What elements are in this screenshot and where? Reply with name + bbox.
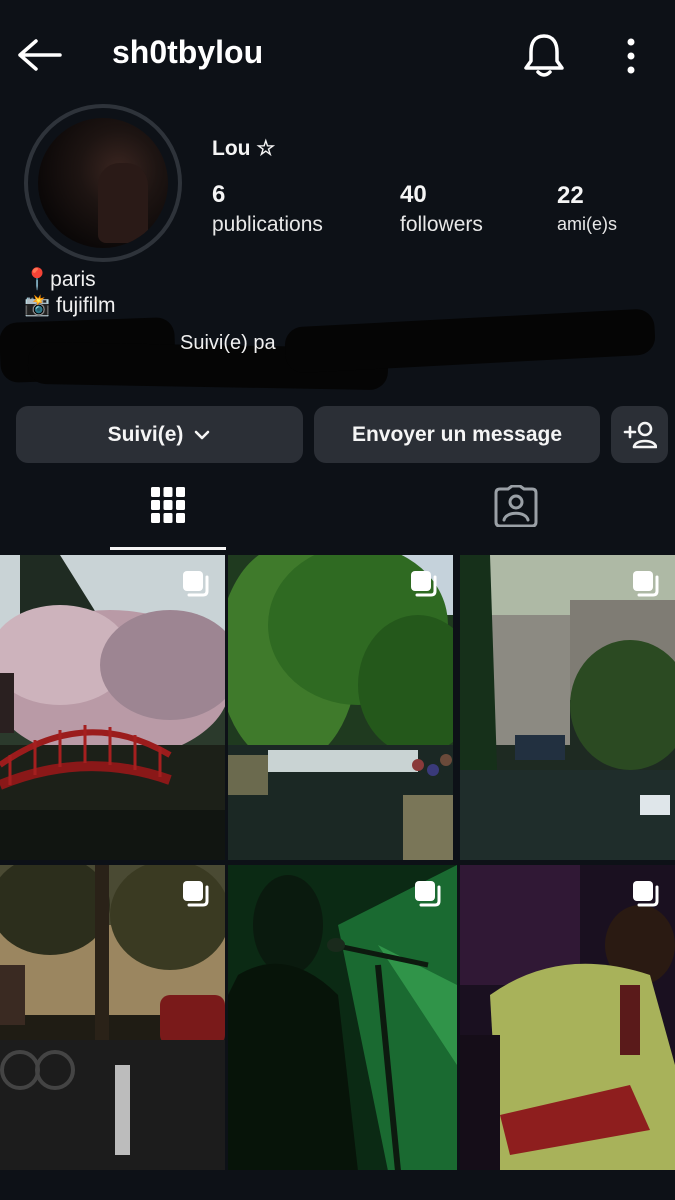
posts-grid [0, 555, 675, 1171]
followed-by-text[interactable]: Suivi(e) pa [180, 332, 276, 355]
post-thumbnail[interactable] [460, 865, 675, 1170]
redaction-mark [284, 308, 656, 374]
followers-label[interactable]: followers [400, 213, 483, 237]
post-image [0, 865, 225, 1170]
post-thumbnail[interactable] [0, 555, 225, 860]
post-image [228, 865, 457, 1170]
multiple-photos-icon [415, 881, 441, 907]
following-button[interactable]: Suivi(e) [16, 406, 303, 463]
chevron-down-icon [195, 430, 210, 439]
post-thumbnail[interactable] [228, 865, 457, 1170]
more-options-icon[interactable] [616, 36, 646, 76]
top-bar: sh0tbylou [0, 0, 675, 110]
back-arrow-icon[interactable] [16, 35, 62, 75]
profile-username: sh0tbylou [112, 34, 264, 70]
notification-bell-icon[interactable] [520, 30, 568, 80]
bio-camera: 📸 fujifilm [24, 294, 116, 317]
display-name: Lou ☆ [212, 137, 276, 160]
active-tab-indicator [110, 547, 226, 550]
post-image [460, 865, 675, 1170]
multiple-photos-icon [633, 881, 659, 907]
send-message-button[interactable]: Envoyer un message [314, 406, 600, 463]
multiple-photos-icon [183, 571, 209, 597]
tagged-icon[interactable] [494, 485, 538, 527]
profile-tabs [0, 470, 675, 552]
add-friend-button[interactable] [611, 406, 668, 463]
bottom-band [0, 1171, 675, 1200]
multiple-photos-icon [633, 571, 659, 597]
avatar[interactable] [38, 118, 168, 248]
multiple-photos-icon [411, 571, 437, 597]
followers-count[interactable]: 40 [400, 181, 427, 209]
post-image [228, 555, 453, 860]
post-thumbnail[interactable] [0, 865, 225, 1170]
friends-count[interactable]: 22 [557, 182, 584, 210]
grid-icon[interactable] [150, 486, 186, 524]
posts-label: publications [212, 213, 323, 236]
following-label: Suivi(e) [107, 422, 184, 446]
post-thumbnail[interactable] [460, 555, 675, 860]
bio-location: 📍paris [24, 268, 96, 291]
post-thumbnail[interactable] [228, 555, 453, 860]
post-image [0, 555, 225, 860]
avatar-figure [98, 163, 148, 243]
posts-count: 6 [212, 181, 226, 208]
friends-label[interactable]: ami(e)s [557, 214, 617, 235]
multiple-photos-icon [183, 881, 209, 907]
add-person-icon [623, 421, 657, 448]
send-message-label: Envoyer un message [351, 422, 563, 446]
post-image [460, 555, 675, 860]
